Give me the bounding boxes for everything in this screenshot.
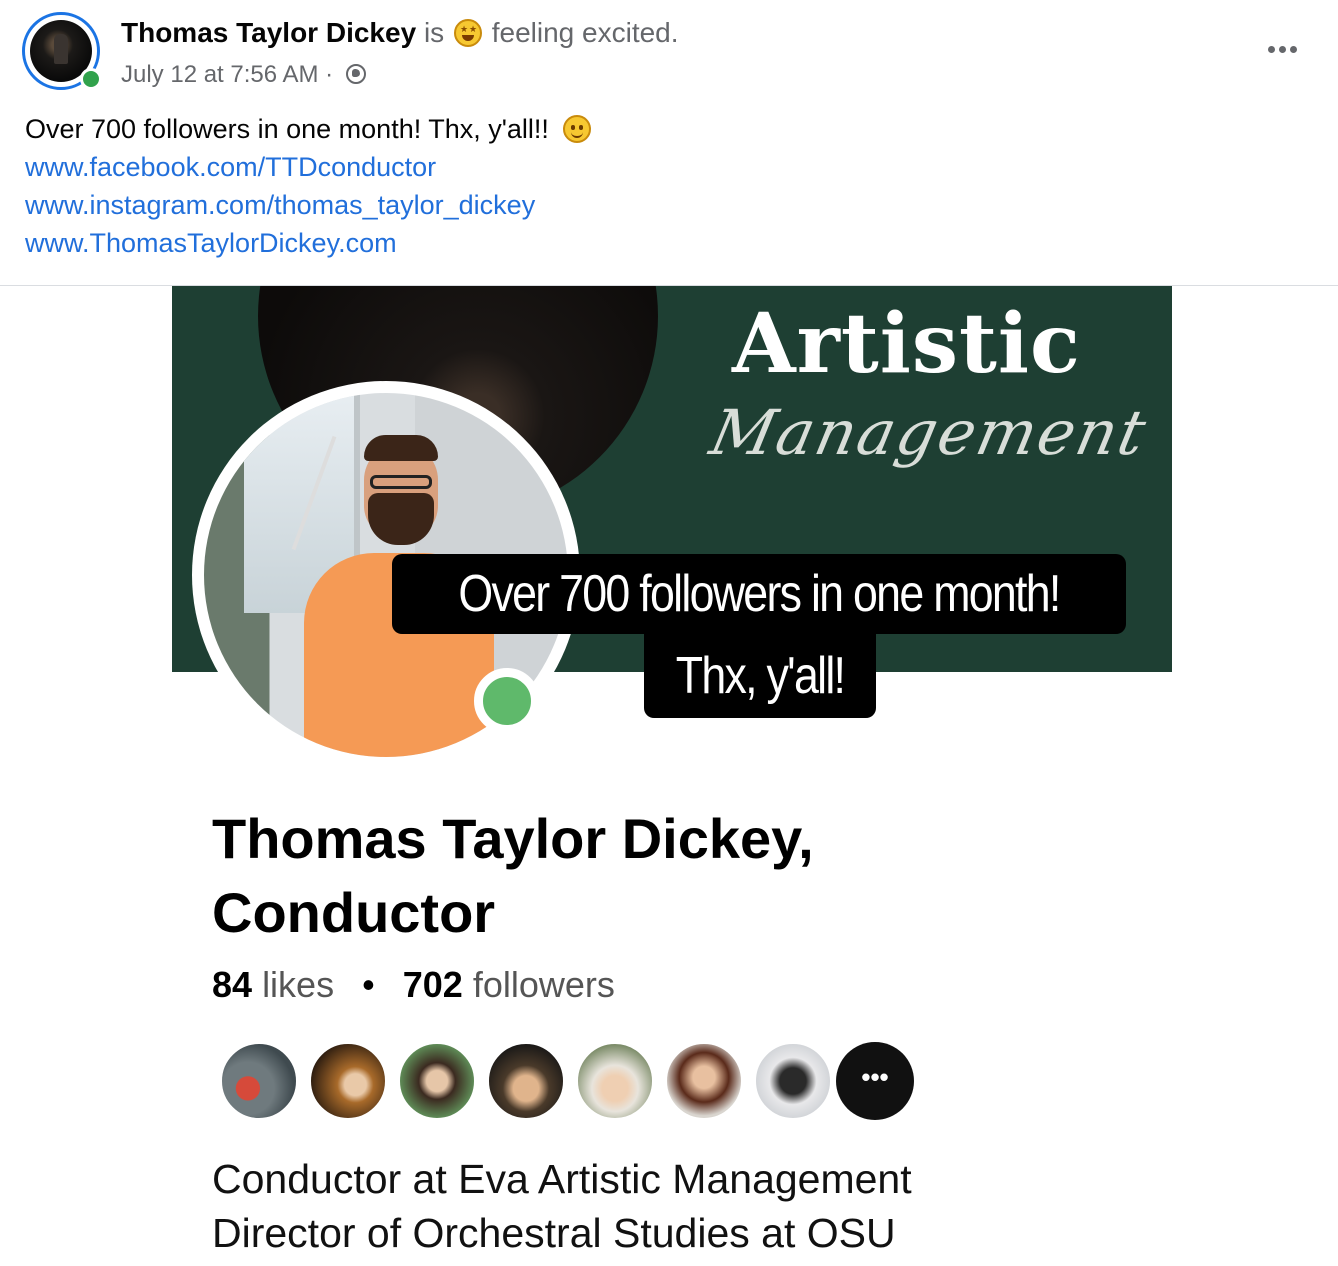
page-name-line-2: Conductor bbox=[212, 881, 496, 944]
author-name-link[interactable]: Thomas Taylor Dickey bbox=[121, 17, 416, 48]
likes-label: likes bbox=[262, 964, 335, 1005]
page-stats: 84 likes • 702 followers bbox=[212, 964, 615, 1006]
page-bio: Conductor at Eva Artistic Management Dir… bbox=[212, 1152, 912, 1260]
page-name-line-1: Thomas Taylor Dickey, bbox=[212, 807, 814, 870]
caption-line-2: Thx, y'all! bbox=[644, 634, 876, 718]
caption-line-1: Over 700 followers in one month! bbox=[392, 554, 1126, 634]
likes-count: 84 bbox=[212, 964, 253, 1005]
banner-script: Management bbox=[704, 396, 1154, 469]
post-text: Over 700 followers in one month! Thx, y'… bbox=[25, 114, 549, 144]
feeling-text: feeling excited. bbox=[491, 17, 679, 48]
stats-separator: • bbox=[362, 964, 375, 1005]
more-options-icon[interactable] bbox=[1262, 34, 1302, 64]
page-name: Thomas Taylor Dickey, Conductor bbox=[212, 802, 814, 950]
friend-avatar bbox=[576, 1042, 654, 1120]
link-instagram[interactable]: www.instagram.com/thomas_taylor_dickey bbox=[25, 190, 535, 220]
bio-line-2: Director of Orchestral Studies at OSU bbox=[212, 1210, 896, 1256]
post-body: Over 700 followers in one month! Thx, y'… bbox=[25, 110, 591, 262]
more-friends-button: ••• bbox=[836, 1042, 914, 1120]
is-word: is bbox=[423, 17, 445, 48]
friend-avatar bbox=[398, 1042, 476, 1120]
caption-text-2: Thx, y'all! bbox=[675, 647, 846, 705]
followers-label: followers bbox=[472, 964, 615, 1005]
star-struck-emoji-icon: ★ ★ bbox=[453, 19, 482, 47]
friend-avatar bbox=[665, 1042, 743, 1120]
shared-screenshot-image[interactable]: Artistic Management Over 700 followers i… bbox=[0, 286, 1338, 1266]
bio-line-1: Conductor at Eva Artistic Management bbox=[212, 1156, 912, 1202]
caption-text-1: Over 700 followers in one month! bbox=[458, 565, 1061, 623]
author-line: Thomas Taylor Dickey is ★ ★ feeling excit… bbox=[121, 16, 679, 50]
followers-count: 702 bbox=[402, 964, 463, 1005]
banner-title: Artistic bbox=[732, 296, 1081, 392]
friend-avatar bbox=[220, 1042, 298, 1120]
online-status-dot bbox=[80, 68, 102, 90]
friend-avatar bbox=[754, 1042, 832, 1120]
profile-online-dot bbox=[474, 668, 540, 734]
post-header: Thomas Taylor Dickey is ★ ★ feeling excit… bbox=[0, 0, 1338, 110]
post-meta: July 12 at 7:56 AM · bbox=[121, 60, 366, 90]
friend-avatar bbox=[309, 1042, 387, 1120]
link-facebook[interactable]: www.facebook.com/TTDconductor bbox=[25, 152, 436, 182]
link-website[interactable]: www.ThomasTaylorDickey.com bbox=[25, 228, 397, 258]
smile-emoji-icon bbox=[562, 115, 591, 143]
meta-separator: · bbox=[325, 61, 334, 88]
post-timestamp-link[interactable]: July 12 at 7:56 AM bbox=[121, 61, 318, 88]
globe-icon[interactable] bbox=[345, 64, 366, 84]
friend-avatar bbox=[487, 1042, 565, 1120]
